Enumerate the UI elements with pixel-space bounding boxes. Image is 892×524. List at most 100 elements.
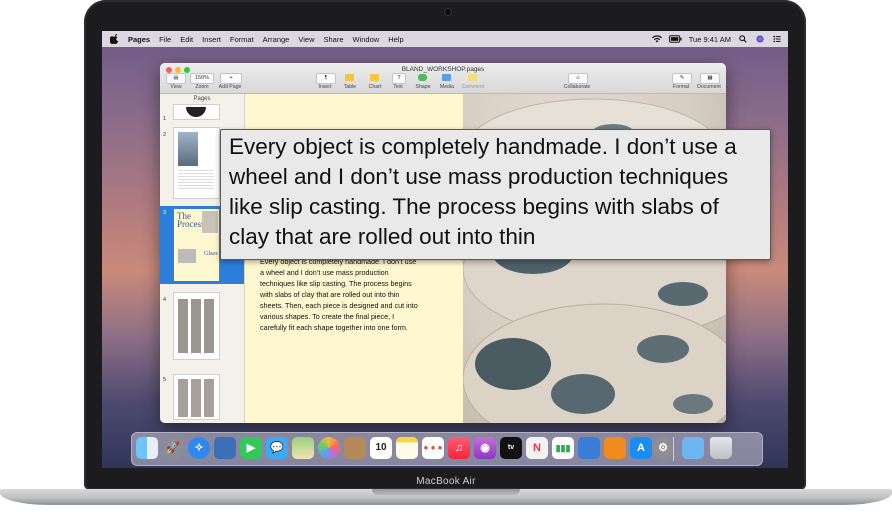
calendar-day: 10 <box>375 442 387 453</box>
trash-icon[interactable] <box>710 437 732 459</box>
thumbnail-image <box>178 249 196 263</box>
photos-icon[interactable] <box>318 437 340 459</box>
document-label: Document <box>697 84 721 90</box>
hover-text-overlay: Every object is completely handmade. I d… <box>220 129 771 260</box>
comment-label: Comment <box>461 84 485 90</box>
pages-icon[interactable] <box>604 437 626 459</box>
launchpad-icon[interactable]: 🚀 <box>162 437 184 459</box>
screen: Pages File Edit Insert Format Arrange Vi… <box>102 31 788 468</box>
menu-help[interactable]: Help <box>388 35 403 44</box>
page-body-text[interactable]: Every object is completely handmade. I d… <box>260 256 420 333</box>
collaborate-button[interactable]: ☺ <box>568 73 588 84</box>
contacts-icon[interactable] <box>344 437 366 459</box>
page-thumbnail-2[interactable] <box>173 127 220 199</box>
apple-menu-icon[interactable] <box>110 34 120 44</box>
podcasts-icon[interactable]: ◉ <box>474 437 496 459</box>
messages-icon[interactable]: 💬 <box>266 437 288 459</box>
text-button[interactable]: T <box>392 73 406 84</box>
table-label: Table <box>343 84 357 90</box>
downloads-folder-icon[interactable] <box>682 437 704 459</box>
chart-label: Chart <box>368 84 382 90</box>
text-label: Text <box>393 84 403 90</box>
menu-edit[interactable]: Edit <box>180 35 193 44</box>
system-preferences-icon[interactable]: ⚙ <box>652 437 674 459</box>
tv-icon[interactable]: tv <box>500 437 522 459</box>
table-icon[interactable] <box>345 74 354 81</box>
thumbnail-3-title: The Process <box>177 211 205 229</box>
thumbnail-image-grid <box>178 299 214 353</box>
menu-window[interactable]: Window <box>353 35 380 44</box>
maps-icon[interactable] <box>292 437 314 459</box>
paintbrush-icon: ✎ <box>679 75 685 81</box>
siri-icon[interactable] <box>755 35 765 43</box>
music-icon[interactable]: ♫ <box>448 437 470 459</box>
news-icon[interactable]: N <box>526 437 548 459</box>
finder-icon[interactable] <box>136 437 158 459</box>
page-number-4: 4 <box>163 297 167 303</box>
notes-icon[interactable] <box>396 437 418 459</box>
safari-icon[interactable]: ✧ <box>188 437 210 459</box>
facetime-icon[interactable]: ▶ <box>240 437 262 459</box>
page-number-2: 2 <box>163 132 167 138</box>
chart-icon[interactable] <box>370 74 379 81</box>
zoom-label: Zoom <box>195 84 209 90</box>
thumbnail-image <box>186 107 206 117</box>
view-button[interactable]: ▤ <box>166 73 186 84</box>
menu-share[interactable]: Share <box>323 35 343 44</box>
window-toolbar: BLAND_WORKSHOP.pages ▤ View 150% Zoom + … <box>160 63 726 94</box>
shape-icon[interactable] <box>418 74 427 81</box>
thumbnail-text-lines <box>178 170 214 190</box>
thumbnail-image-grid <box>178 379 214 417</box>
plus-icon: + <box>229 75 233 81</box>
document-title: BLAND_WORKSHOP.pages <box>401 66 485 73</box>
page-thumbnail-4[interactable] <box>173 292 220 360</box>
camera <box>445 9 451 15</box>
laptop-hinge-notch <box>372 489 520 495</box>
numbers-icon[interactable]: ▮▮▮ <box>552 437 574 459</box>
menu-clock[interactable]: Tue 9:41 AM <box>689 35 731 44</box>
status-area: Tue 9:41 AM <box>651 31 782 47</box>
comment-icon[interactable] <box>468 74 477 81</box>
page-thumbnail-1[interactable] <box>173 104 220 120</box>
menu-app-name[interactable]: Pages <box>128 35 150 44</box>
menu-view[interactable]: View <box>298 35 314 44</box>
document-button[interactable]: ▦ <box>700 73 720 84</box>
page-number-1: 1 <box>163 116 167 122</box>
menu-file[interactable]: File <box>159 35 171 44</box>
sidebar-title: Pages <box>193 96 211 102</box>
battery-icon[interactable] <box>668 35 682 43</box>
wifi-icon[interactable] <box>651 35 662 43</box>
photos-preview-icon[interactable] <box>214 437 236 459</box>
format-label: Format <box>672 84 690 90</box>
keynote-icon[interactable] <box>578 437 600 459</box>
view-label: View <box>170 84 182 90</box>
spotlight-search-icon[interactable] <box>738 35 748 43</box>
menu-format[interactable]: Format <box>230 35 254 44</box>
page-thumbnail-3[interactable]: The Process Glaze <box>173 208 220 282</box>
paragraph-icon: ¶ <box>324 75 328 81</box>
brand-label: MacBook Air <box>416 476 476 487</box>
page-thumbnail-5[interactable] <box>173 374 220 420</box>
notification-center-icon[interactable] <box>772 35 782 43</box>
media-icon[interactable] <box>442 74 451 81</box>
add-page-button[interactable]: + <box>220 73 242 84</box>
reminders-icon[interactable]: ● ● ● <box>422 437 444 459</box>
collaborate-label: Collaborate <box>563 84 591 90</box>
app-store-icon[interactable]: A <box>630 437 652 459</box>
hover-text-content: Every object is completely handmade. I d… <box>229 134 737 249</box>
format-button[interactable]: ✎ <box>672 73 692 84</box>
insert-button[interactable]: ¶ <box>316 73 336 84</box>
dock: 🚀 ✧ ▶ 💬 10 ● ● ● ♫ ◉ tv N ▮▮▮ A ⚙ <box>131 432 763 466</box>
collaborate-icon: ☺ <box>575 75 581 81</box>
sidebar-view-icon: ▤ <box>173 75 179 81</box>
thumbnail-image <box>178 132 198 166</box>
thumbnail-3-glaze: Glaze <box>204 251 218 257</box>
menu-insert[interactable]: Insert <box>202 35 221 44</box>
page-number-3: 3 <box>163 210 167 216</box>
insert-label: Insert <box>318 84 332 90</box>
menu-bar: Pages File Edit Insert Format Arrange Vi… <box>102 31 788 47</box>
text-box-icon: T <box>397 75 401 81</box>
menu-arrange[interactable]: Arrange <box>263 35 290 44</box>
zoom-select[interactable]: 150% <box>190 73 214 84</box>
calendar-icon[interactable]: 10 <box>370 437 392 459</box>
